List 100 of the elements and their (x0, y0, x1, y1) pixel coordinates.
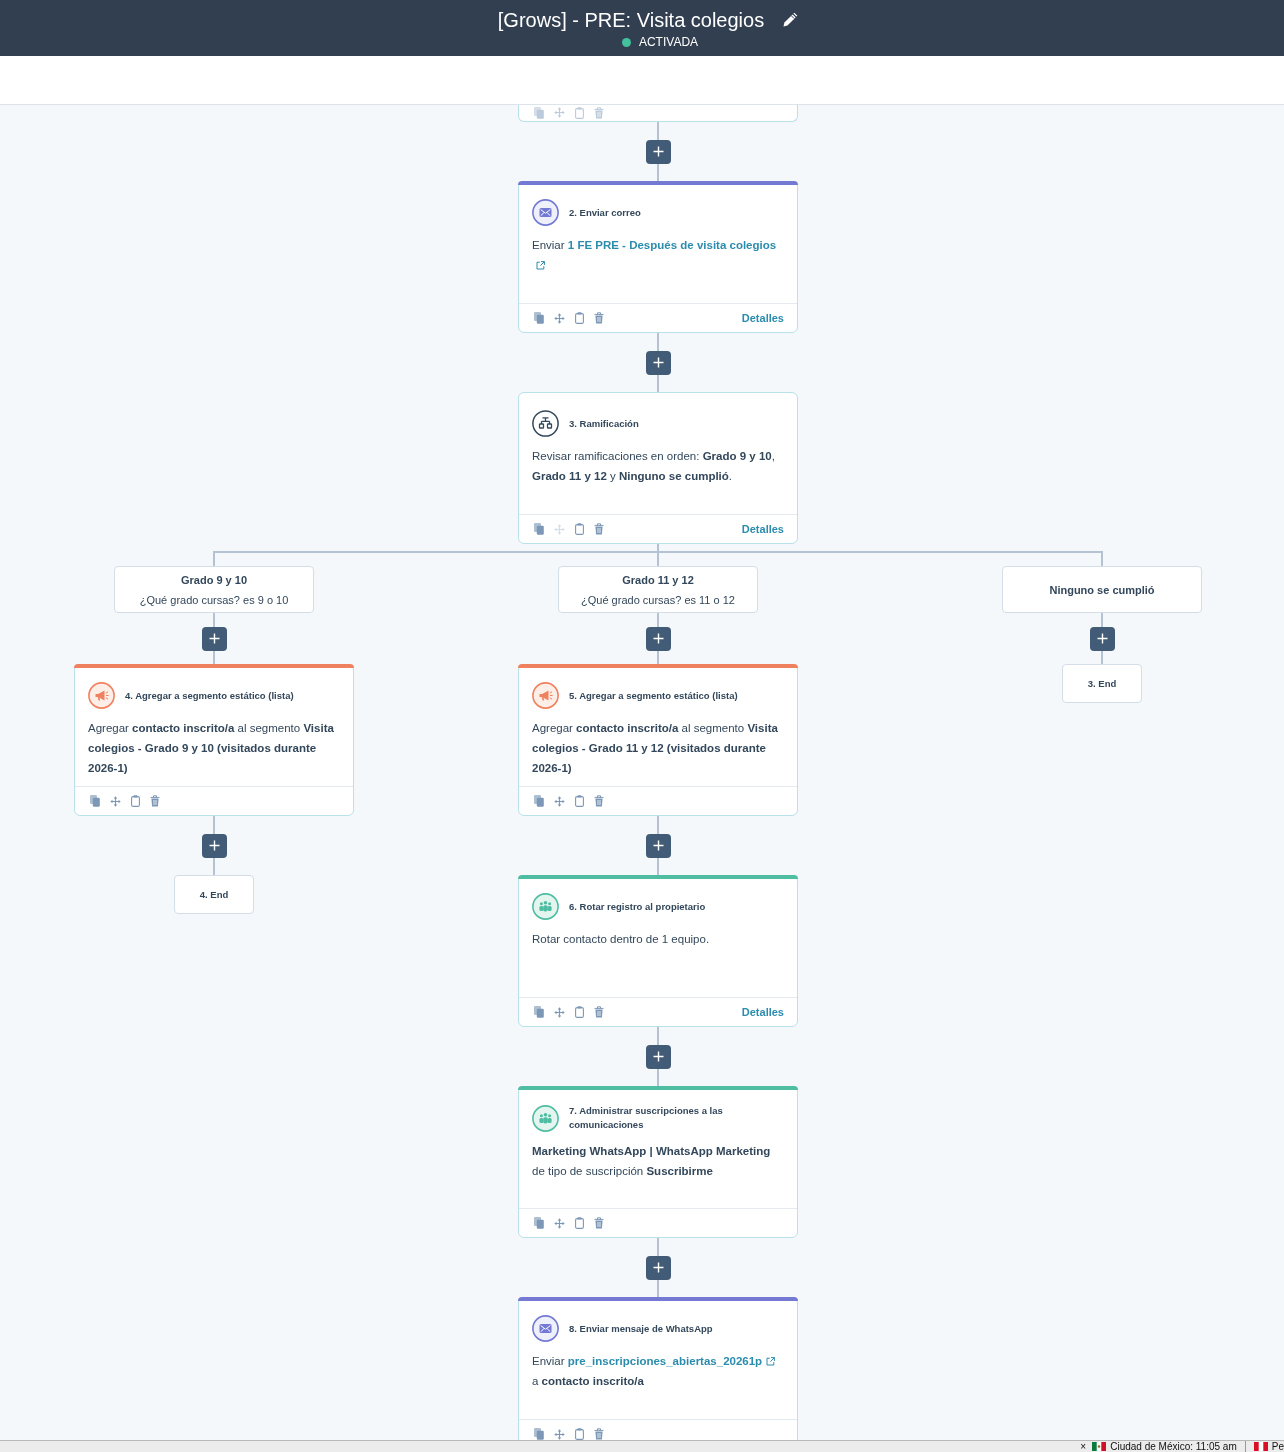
add-step-button[interactable] (201, 833, 227, 858)
add-step-button[interactable] (1089, 626, 1115, 651)
connector-line (657, 1238, 659, 1256)
copy-icon[interactable] (534, 1006, 544, 1018)
step-description: Revisar ramificaciones en orden: Grado 9 y 10, Grado 11 y 12 y Ninguno se cumplió. (531, 449, 776, 484)
close-button[interactable]: × (1080, 1441, 1087, 1452)
clock-label: Pe (1271, 1441, 1284, 1452)
clipboard-icon[interactable] (131, 795, 140, 807)
details-link[interactable]: Detalles (741, 1005, 784, 1019)
branch-condition[interactable]: Grado 11 y 12 ¿Qué grado cursas? es 11 o 12 (558, 566, 758, 613)
step-card[interactable]: 4. Agregar a segmento estático (lista) Agregar contacto inscrito/a al segmento Visita colegios - Grado 9 y 10 (visitados durante 2026-1) (74, 664, 354, 816)
external-link-icon[interactable] (766, 1357, 776, 1366)
people-icon (532, 893, 559, 920)
condition-subtitle: ¿Qué grado cursas? es 9 o 10 (139, 592, 289, 608)
move-icon[interactable] (110, 795, 121, 807)
clipboard-icon[interactable] (575, 1217, 584, 1229)
copy-icon[interactable] (534, 523, 544, 535)
connector-line (657, 163, 659, 181)
step-card[interactable]: 3. Ramificación Revisar ramificaciones en orden: Grado 9 y 10, Grado 11 y 12 y Ninguno se cumplió. Detalles (518, 392, 798, 544)
megaphone-icon (532, 682, 559, 709)
connector-line (657, 1068, 659, 1086)
add-step-button[interactable] (201, 626, 227, 651)
clipboard-icon[interactable] (575, 523, 584, 535)
connector-line (1101, 613, 1103, 627)
condition-title: Grado 11 y 12 (622, 572, 694, 588)
connector-line (213, 613, 215, 627)
template-link[interactable]: 1 FE PRE - Después de visita colegios (567, 239, 777, 251)
plus-icon (652, 357, 664, 368)
add-step-button[interactable] (645, 833, 671, 858)
hierarchy-icon (532, 410, 559, 437)
delete-icon[interactable] (594, 312, 604, 324)
pencil-icon[interactable] (782, 12, 799, 28)
plus-icon (208, 840, 220, 851)
connector-line (213, 650, 215, 664)
step-card[interactable]: 7. Administrar suscripciones a las comunicaciones Marketing WhatsApp | WhatsApp Marketing de tipo de suscripción Suscribirme (518, 1086, 798, 1238)
end-node[interactable]: 3. End (1062, 664, 1142, 703)
connector-line (657, 650, 659, 664)
details-link[interactable]: Detalles (741, 522, 784, 536)
clipboard-icon[interactable] (575, 1428, 584, 1440)
delete-icon[interactable] (594, 1217, 604, 1229)
clipboard-icon[interactable] (575, 795, 584, 807)
clipboard-icon[interactable] (575, 312, 584, 324)
add-step-button[interactable] (645, 350, 671, 375)
delete-icon[interactable] (594, 107, 604, 119)
people-icon (532, 1104, 559, 1132)
copy-icon[interactable] (90, 795, 100, 807)
copy-icon[interactable] (534, 107, 544, 119)
step-description: Agregar contacto inscrito/a al segmento Visita colegios - Grado 11 y 12 (visitados durante 2026-1) (531, 721, 779, 776)
step-description: Rotar contacto dentro de 1 equipo. (531, 932, 711, 947)
copy-icon[interactable] (534, 1428, 544, 1440)
connector-line (657, 1027, 659, 1045)
condition-title: Grado 9 y 10 (180, 572, 247, 588)
connector-line (213, 857, 215, 875)
add-step-button[interactable] (645, 1044, 671, 1069)
end-node[interactable]: 4. End (174, 875, 254, 914)
envelope-icon (532, 199, 559, 226)
move-icon[interactable] (554, 1428, 565, 1440)
plus-icon (652, 1262, 664, 1273)
clipboard-icon[interactable] (575, 107, 584, 119)
condition-title: Ninguno se cumplió (1049, 582, 1155, 598)
copy-icon[interactable] (534, 312, 544, 324)
clipboard-icon[interactable] (575, 1006, 584, 1018)
step-card[interactable]: 8. Enviar mensaje de WhatsApp Enviar pre_inscripciones_abiertas_20261p a contacto inscrito/a (518, 1297, 798, 1440)
plus-icon (652, 633, 664, 644)
step-title: 5. Agregar a segmento estático (lista) (569, 688, 738, 703)
step-card[interactable]: 6. Rotar registro al propietario Rotar contacto dentro de 1 equipo. Detalles (518, 875, 798, 1027)
workflow-title: [Grows] - PRE: Visita colegios (497, 8, 765, 32)
step-card[interactable]: 5. Agregar a segmento estático (lista) Agregar contacto inscrito/a al segmento Visita colegios - Grado 11 y 12 (visitados durante 2026-1) (518, 664, 798, 816)
branch-condition[interactable]: Grado 9 y 10 ¿Qué grado cursas? es 9 o 10 (114, 566, 314, 613)
clock-label: Ciudad de México: 11:05 am (1110, 1441, 1237, 1452)
plus-icon (652, 146, 664, 157)
delete-icon[interactable] (594, 1428, 604, 1440)
move-icon[interactable] (554, 312, 565, 324)
add-step-button[interactable] (645, 1255, 671, 1280)
add-step-button[interactable] (645, 626, 671, 651)
delete-icon[interactable] (594, 795, 604, 807)
details-link[interactable]: Detalles (741, 311, 784, 325)
plus-icon (652, 1051, 664, 1062)
condition-subtitle: ¿Qué grado cursas? es 11 o 12 (581, 592, 735, 608)
move-icon[interactable] (554, 107, 565, 118)
flag-icon (1092, 1442, 1107, 1451)
move-icon[interactable] (554, 795, 565, 807)
delete-icon[interactable] (594, 1006, 604, 1018)
connector-line (657, 374, 659, 392)
step-description: Marketing WhatsApp | WhatsApp Marketing de tipo de suscripción Suscribirme (531, 1144, 772, 1179)
step-title: 2. Enviar correo (569, 205, 641, 220)
step-description: Agregar contacto inscrito/a al segmento Visita colegios - Grado 9 y 10 (visitados durante 2026-1) (87, 721, 335, 776)
move-icon[interactable] (554, 1006, 565, 1018)
copy-icon[interactable] (534, 795, 544, 807)
step-card[interactable]: 2. Enviar correo Enviar 1 FE PRE - Después de visita colegios Detalles (518, 181, 798, 333)
plus-icon (652, 840, 664, 851)
delete-icon[interactable] (594, 523, 604, 535)
branch-condition[interactable]: Ninguno se cumplió (1002, 566, 1202, 613)
add-step-button[interactable] (645, 139, 671, 164)
step-card[interactable] (518, 105, 798, 122)
delete-icon[interactable] (150, 795, 160, 807)
template-link[interactable]: pre_inscripciones_abiertas_20261p (567, 1355, 763, 1367)
external-link-icon[interactable] (536, 261, 545, 270)
move-icon[interactable] (554, 1217, 565, 1229)
copy-icon[interactable] (534, 1217, 544, 1229)
